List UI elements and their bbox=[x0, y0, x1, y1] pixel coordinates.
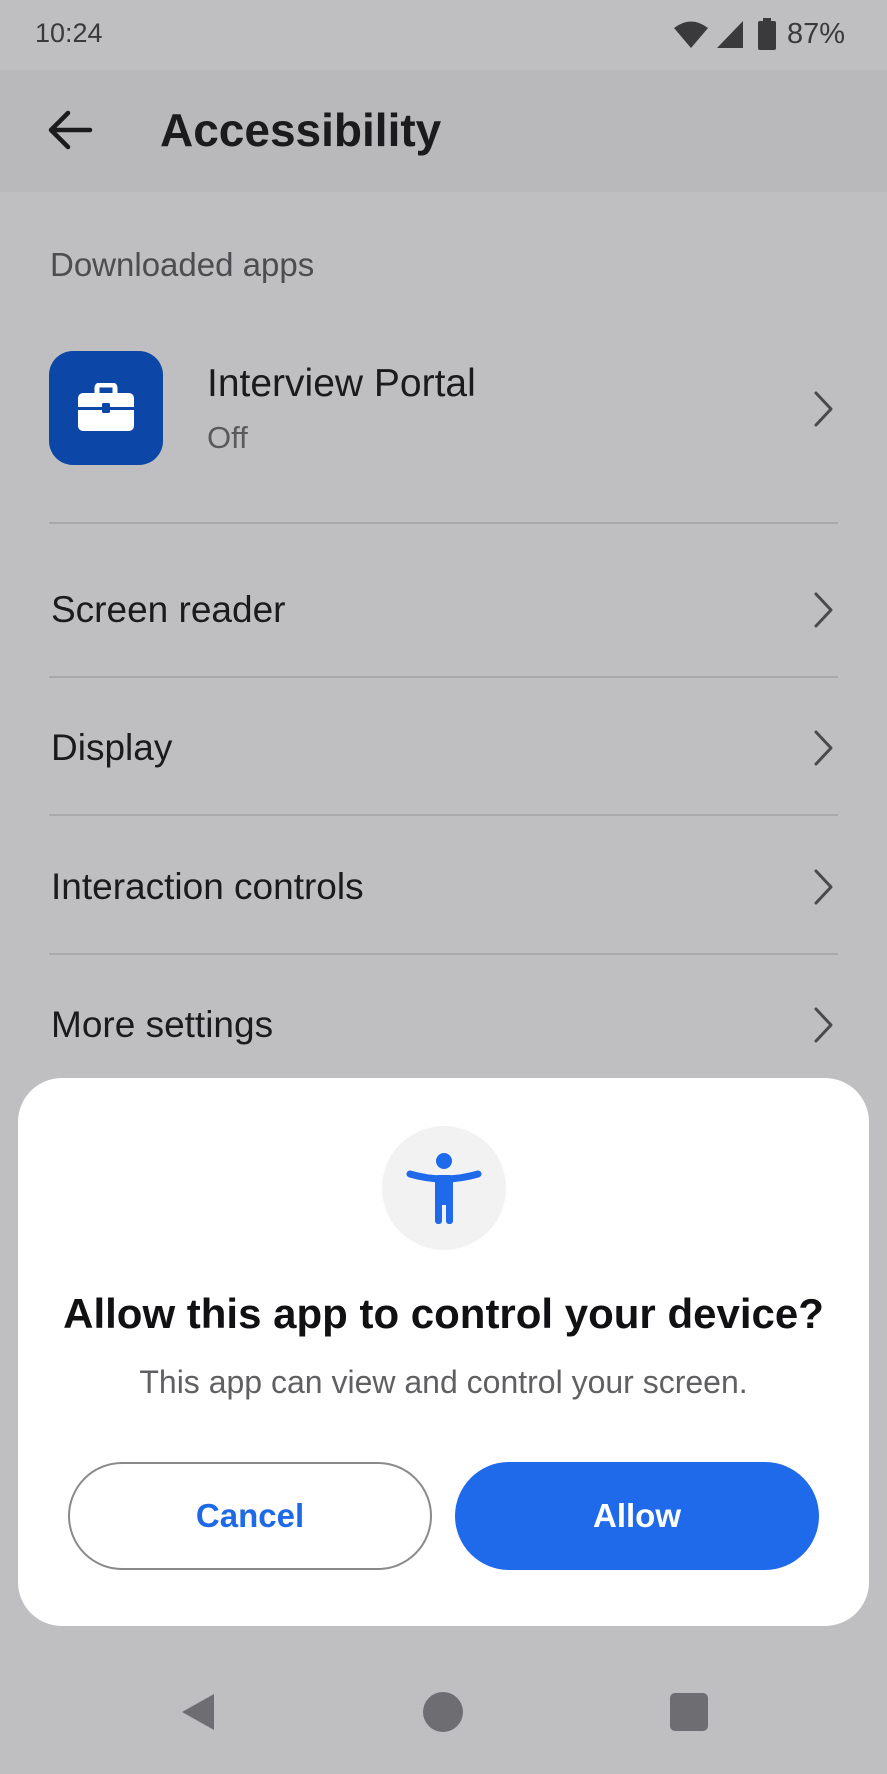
cellular-signal-icon bbox=[716, 21, 743, 48]
allow-button[interactable]: Allow bbox=[455, 1462, 819, 1570]
menu-item-more-settings[interactable]: More settings bbox=[0, 956, 887, 1094]
section-header-downloaded-apps: Downloaded apps bbox=[50, 246, 315, 283]
wifi-icon bbox=[673, 21, 708, 48]
chevron-right-icon bbox=[814, 730, 833, 766]
navigation-bar bbox=[0, 1660, 887, 1760]
chevron-right-icon bbox=[814, 391, 833, 427]
briefcase-icon bbox=[78, 383, 134, 431]
permission-dialog: Allow this app to control your device? T… bbox=[18, 1078, 869, 1626]
cancel-button[interactable]: Cancel bbox=[68, 1462, 432, 1570]
arrow-left-icon bbox=[48, 110, 93, 150]
menu-item-interaction-controls[interactable]: Interaction controls bbox=[0, 818, 887, 956]
app-status: Off bbox=[207, 420, 248, 455]
back-triangle-icon[interactable] bbox=[176, 1690, 220, 1734]
recents-square-icon[interactable] bbox=[667, 1690, 711, 1734]
divider bbox=[49, 522, 838, 524]
chevron-right-icon bbox=[814, 1007, 833, 1043]
accessibility-person-icon bbox=[406, 1153, 482, 1224]
dialog-title: Allow this app to control your device? bbox=[63, 1290, 824, 1337]
chevron-right-icon bbox=[814, 592, 833, 628]
dialog-icon-badge bbox=[382, 1126, 506, 1250]
divider bbox=[49, 676, 838, 678]
divider bbox=[49, 814, 838, 816]
battery-percent: 87% bbox=[786, 17, 845, 50]
menu-item-label: Interaction controls bbox=[51, 866, 364, 907]
menu-item-display[interactable]: Display bbox=[0, 679, 887, 817]
dialog-message: This app can view and control your scree… bbox=[139, 1364, 748, 1400]
app-bar: Accessibility bbox=[0, 70, 887, 192]
battery-icon bbox=[757, 18, 776, 50]
menu-item-label: Screen reader bbox=[51, 589, 286, 630]
app-name: Interview Portal bbox=[207, 362, 476, 405]
chevron-right-icon bbox=[814, 869, 833, 905]
menu-item-label: Display bbox=[51, 727, 173, 768]
status-icons: 87% bbox=[673, 16, 845, 52]
divider bbox=[49, 953, 838, 955]
app-icon bbox=[49, 351, 163, 465]
status-time: 10:24 bbox=[35, 18, 103, 48]
app-row-interview-portal[interactable]: Interview Portal Off bbox=[0, 340, 887, 480]
menu-item-screen-reader[interactable]: Screen reader bbox=[0, 541, 887, 679]
status-bar: 10:24 87% bbox=[0, 0, 887, 70]
screen: 10:24 87% Accessibility Downloaded apps bbox=[0, 0, 887, 1774]
page-title: Accessibility bbox=[160, 104, 442, 156]
home-circle-icon[interactable] bbox=[421, 1690, 465, 1734]
back-button[interactable] bbox=[40, 98, 104, 162]
menu-item-label: More settings bbox=[51, 1004, 274, 1045]
